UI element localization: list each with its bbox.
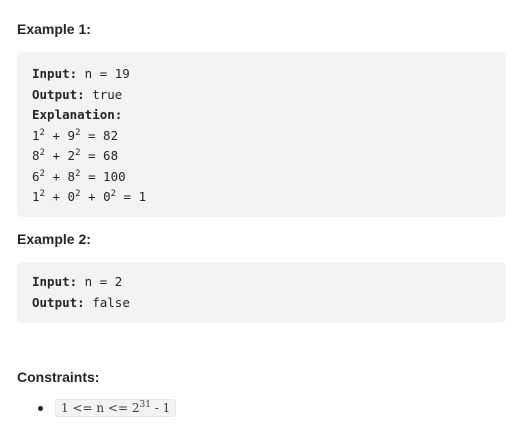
output-value: false — [84, 294, 130, 310]
input-value: n = 19 — [77, 66, 130, 81]
example-1-explanation-line: Explanation: — [32, 105, 491, 126]
example-1-code-block: Input: n = 19 Output: true Explanation: … — [17, 52, 506, 217]
example-2-heading: Example 2: — [17, 231, 91, 247]
explanation-step: 12 + 92 = 82 — [32, 127, 119, 143]
constraint-item: 1 <= n <= 231 - 1 — [38, 398, 177, 418]
example-1-heading: Example 1: — [17, 21, 91, 37]
example-1-output-line: Output: true — [32, 85, 491, 106]
explanation-step: 82 + 22 = 68 — [32, 148, 119, 163]
constraint-code: 1 <= n <= 231 - 1 — [55, 399, 177, 417]
explanation-label: Explanation: — [32, 107, 123, 122]
explanation-final-step: 12 + 02 + 02 = 1 — [32, 189, 147, 204]
explanation-step: 62 + 82 = 100 — [32, 168, 126, 184]
example-2-input-line: Input: n = 2 — [32, 272, 491, 293]
constraints-heading: Constraints: — [17, 369, 100, 385]
bullet-icon — [38, 405, 43, 411]
example-1-input-line: Input: n = 19 — [32, 64, 491, 85]
input-value: n = 2 — [77, 274, 123, 289]
output-label: Output: — [32, 294, 85, 310]
example-2-code-block: Input: n = 2 Output: false — [17, 262, 506, 323]
input-label: Input: — [32, 66, 78, 81]
input-label: Input: — [32, 274, 78, 289]
example-2-output-line: Output: false — [32, 293, 491, 314]
output-value: true — [84, 86, 123, 102]
output-label: Output: — [32, 86, 85, 102]
